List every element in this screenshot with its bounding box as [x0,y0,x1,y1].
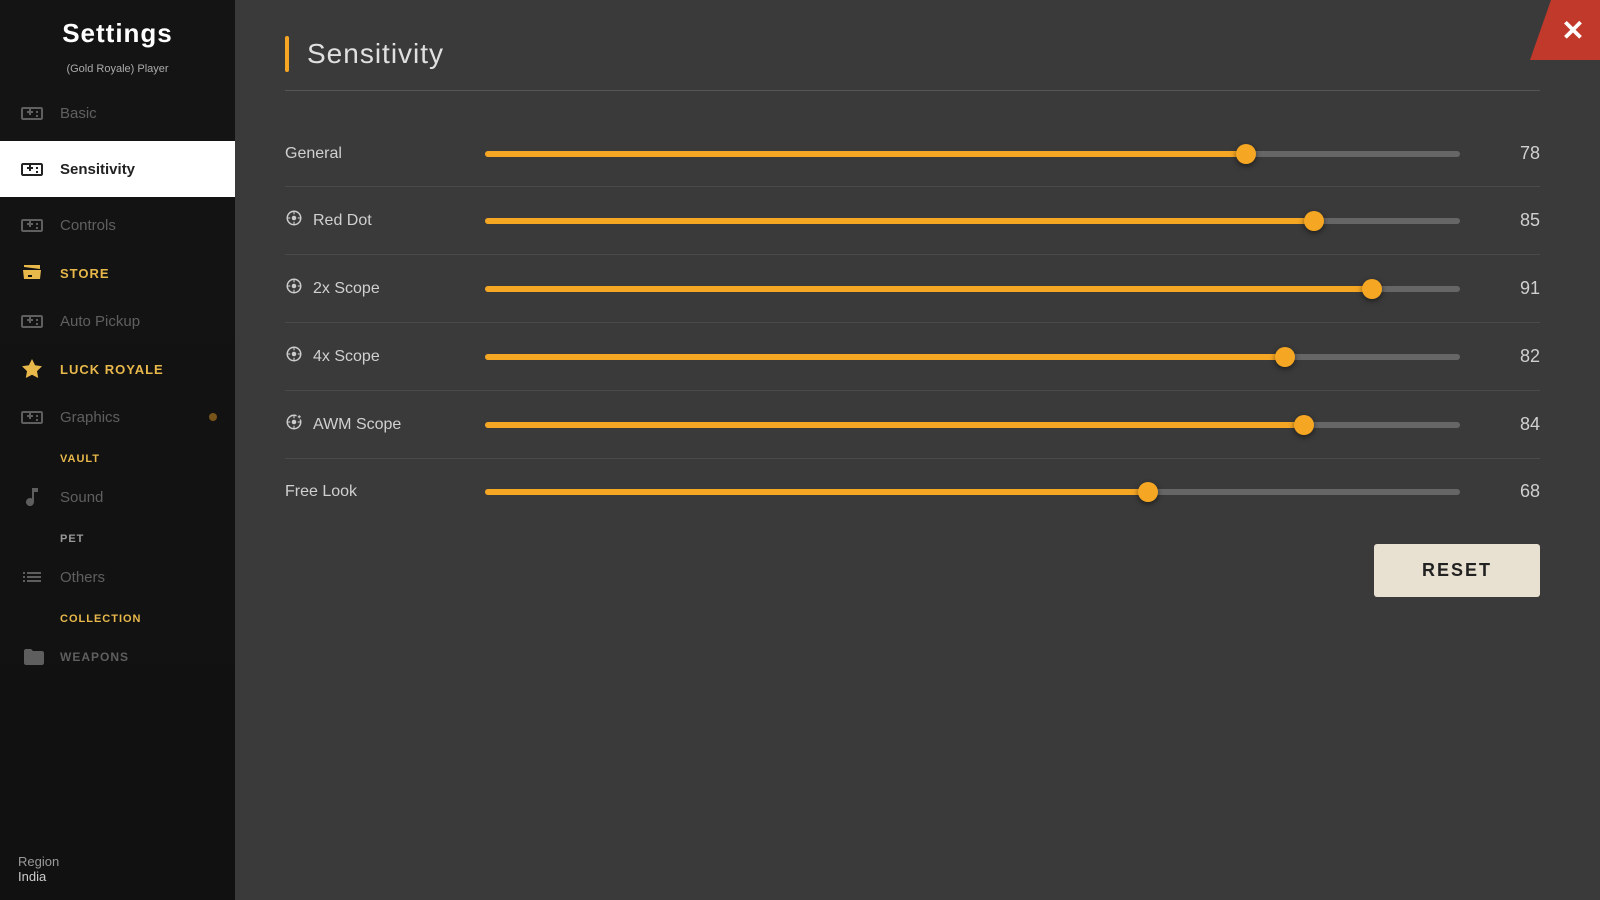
slider-thumb-red-dot[interactable] [1304,211,1324,231]
others-label: Others [60,569,105,586]
sound-label: Sound [60,489,103,506]
slider-label-general: General [285,145,342,163]
scope-icon [285,277,303,300]
slider-track-fill [485,354,1285,360]
pet-text: PET [0,525,235,549]
pet-label: PET [60,533,84,545]
sidebar-item-controls[interactable]: Controls [0,197,235,253]
slider-value-awm-scope: 84 [1490,414,1540,435]
list-icon [18,563,46,591]
region-box: Region India [0,838,235,900]
slider-value-red-dot: 85 [1490,210,1540,231]
slider-label-awm-scope: AWM Scope [313,416,401,434]
collection-label: COLLECTION [60,613,142,625]
slider-label-wrap-2x-scope: 2x Scope [285,277,445,300]
player-info: (Gold Royale) Player [0,63,235,85]
vault-text: VAULT [0,445,235,469]
region-value: India [18,869,217,884]
luck-royale-label: LUCK ROYALE [60,362,164,377]
weapons-label: WEAPONS [60,650,129,664]
sidebar-item-weapons[interactable]: WEAPONS [0,629,235,685]
sound-icon [18,483,46,511]
slider-label-wrap-red-dot: Red Dot [285,209,445,232]
slider-label-red-dot: Red Dot [313,212,372,230]
luck-icon [18,355,46,383]
store-label: STORE [60,266,110,281]
slider-track-red-dot[interactable] [485,218,1460,224]
sidebar-item-auto-pickup[interactable]: Auto Pickup [0,293,235,349]
graphics-icon [18,403,46,431]
slider-track-fill [485,151,1246,157]
slider-track-fill [485,422,1304,428]
section-bar [285,36,289,72]
controls-icon [18,211,46,239]
section-title: Sensitivity [307,38,444,70]
sidebar-item-store[interactable]: STORE [0,253,235,293]
sidebar-item-luck-royale[interactable]: LUCK ROYALE [0,349,235,389]
sidebar-item-basic[interactable]: Basic [0,85,235,141]
auto-pickup-icon [18,307,46,335]
slider-track-fill [485,218,1314,224]
sidebar-item-sensitivity[interactable]: Sensitivity [0,141,235,197]
scope-icon [285,345,303,368]
slider-track-fill [485,489,1148,495]
slider-track-4x-scope[interactable] [485,354,1460,360]
settings-content: Sensitivity General 78 Red Dot 85 2x Scope 91… [235,0,1600,900]
graphics-badge [209,413,217,421]
slider-track-awm-scope[interactable] [485,422,1460,428]
sidebar-item-sound[interactable]: Sound [0,469,235,525]
slider-track-fill [485,286,1372,292]
slider-value-4x-scope: 82 [1490,346,1540,367]
sidebar-item-others[interactable]: Others [0,549,235,605]
slider-label-wrap-4x-scope: 4x Scope [285,345,445,368]
slider-thumb-4x-scope[interactable] [1275,347,1295,367]
settings-title: Settings [0,0,235,63]
sliders-container: General 78 Red Dot 85 2x Scope 91 4x Scope 82 AW… [285,121,1540,524]
weapons-icon [18,643,46,671]
slider-thumb-2x-scope[interactable] [1362,279,1382,299]
slider-row-general: General 78 [285,121,1540,187]
slider-track-free-look[interactable] [485,489,1460,495]
slider-value-free-look: 68 [1490,481,1540,502]
collection-text: COLLECTION [0,605,235,629]
slider-track-2x-scope[interactable] [485,286,1460,292]
slider-label-wrap-free-look: Free Look [285,483,445,501]
sidebar: Settings (Gold Royale) Player Basic Sens… [0,0,235,900]
vault-label: VAULT [60,453,100,465]
sensitivity-icon [18,155,46,183]
region-label: Region [18,854,217,869]
slider-track-general[interactable] [485,151,1460,157]
slider-thumb-awm-scope[interactable] [1294,415,1314,435]
controls-label: Controls [60,217,116,234]
slider-row-4x-scope: 4x Scope 82 [285,323,1540,391]
slider-label-wrap-awm-scope: AWM Scope [285,413,445,436]
auto-pickup-label: Auto Pickup [60,313,140,330]
sidebar-item-graphics[interactable]: Graphics [0,389,235,445]
main-content: ✕ Sensitivity General 78 Red Dot 85 2x Scope… [235,0,1600,900]
slider-row-2x-scope: 2x Scope 91 [285,255,1540,323]
slider-row-free-look: Free Look 68 [285,459,1540,524]
gamepad-icon [18,99,46,127]
slider-thumb-free-look[interactable] [1138,482,1158,502]
slider-row-awm-scope: AWM Scope 84 [285,391,1540,459]
slider-label-2x-scope: 2x Scope [313,280,380,298]
slider-label-free-look: Free Look [285,483,357,501]
scope-icon [285,209,303,232]
basic-label: Basic [60,105,97,122]
reset-button-wrap: RESET [285,524,1540,607]
section-header: Sensitivity [285,36,1540,91]
graphics-label: Graphics [60,409,120,426]
slider-thumb-general[interactable] [1236,144,1256,164]
slider-label-4x-scope: 4x Scope [313,348,380,366]
close-icon: ✕ [1561,14,1584,47]
slider-value-general: 78 [1490,143,1540,164]
reset-button[interactable]: RESET [1374,544,1540,597]
sensitivity-label: Sensitivity [60,161,135,178]
store-icon [18,259,46,287]
slider-value-2x-scope: 91 [1490,278,1540,299]
scope-plus-icon [285,413,303,436]
slider-label-wrap-general: General [285,145,445,163]
slider-row-red-dot: Red Dot 85 [285,187,1540,255]
